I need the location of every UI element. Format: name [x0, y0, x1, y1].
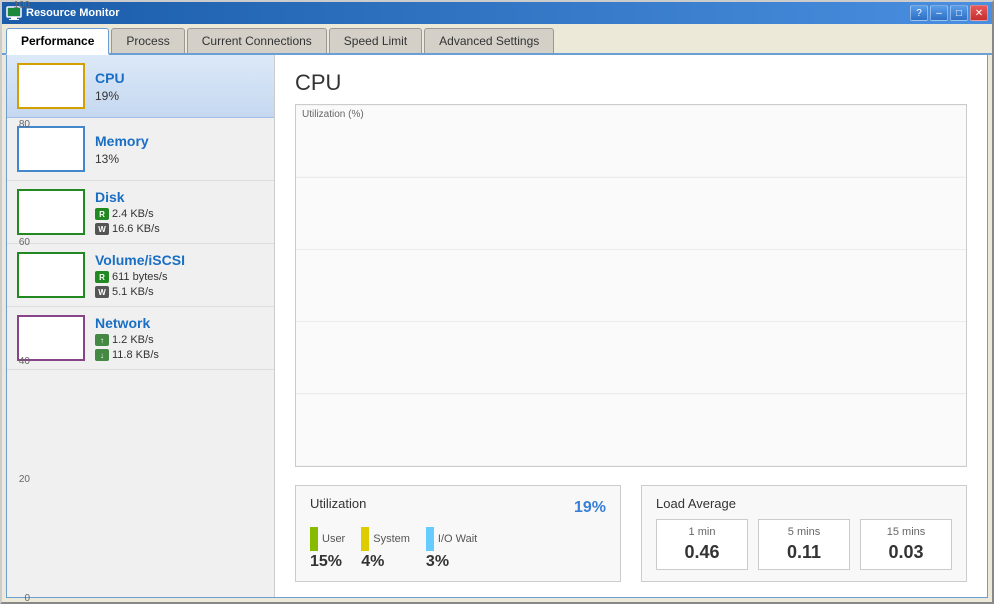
utilization-title: Utilization: [310, 496, 366, 511]
volume-read-icon: R: [95, 271, 109, 283]
disk-write-stat: W 16.6 KB/s: [95, 223, 160, 235]
iowait-label: I/O Wait: [438, 533, 477, 545]
disk-info: Disk R 2.4 KB/s W 16.6 KB/s: [95, 189, 160, 235]
sidebar-item-memory[interactable]: Memory 13%: [7, 118, 274, 181]
legend-user: User 15%: [310, 527, 345, 571]
sidebar-item-volume[interactable]: Volume/iSCSI R 611 bytes/s W 5.1 KB/s: [7, 244, 274, 307]
write-icon: W: [95, 223, 109, 235]
download-icon: ↓: [95, 349, 109, 361]
load-1min: 1 min 0.46: [656, 519, 748, 570]
load-grid: 1 min 0.46 5 mins 0.11 15 mins 0.03: [656, 519, 952, 570]
utilization-percent: 19%: [574, 499, 606, 517]
load-5mins: 5 mins 0.11: [758, 519, 850, 570]
cpu-value: 19%: [95, 89, 125, 103]
legend-system: System 4%: [361, 527, 410, 571]
memory-label: Memory: [95, 133, 149, 149]
user-label: User: [322, 533, 345, 545]
volume-write-icon: W: [95, 286, 109, 298]
legend-iowait: I/O Wait 3%: [426, 527, 477, 571]
main-window: Resource Monitor ? – □ ✕ Performance Pro…: [0, 0, 994, 604]
volume-read-value: 611 bytes/s: [112, 271, 167, 283]
volume-write-stat: W 5.1 KB/s: [95, 286, 185, 298]
close-button[interactable]: ✕: [970, 5, 988, 21]
util-header: Utilization 19%: [310, 496, 606, 519]
system-value: 4%: [361, 553, 384, 571]
util-legend: User 15% System 4%: [310, 527, 606, 571]
iowait-value: 3%: [426, 553, 449, 571]
main-panel: CPU 100 80 60 40 20 0: [275, 55, 987, 597]
user-value: 15%: [310, 553, 342, 571]
help-button[interactable]: ?: [910, 5, 928, 21]
tab-performance[interactable]: Performance: [6, 28, 109, 55]
title-bar: Resource Monitor ? – □ ✕: [2, 2, 992, 24]
load-15mins-value: 0.03: [865, 542, 947, 563]
load-1min-value: 0.46: [661, 542, 743, 563]
tab-advanced[interactable]: Advanced Settings: [424, 28, 554, 53]
bottom-stats: Utilization 19% User 15%: [295, 477, 967, 582]
read-icon: R: [95, 208, 109, 220]
sidebar-item-cpu[interactable]: CPU 19%: [7, 55, 274, 118]
utilization-panel: Utilization 19% User 15%: [295, 485, 621, 582]
chart-svg: Utilization (%): [296, 105, 966, 466]
system-label: System: [373, 533, 410, 545]
iowait-bar: [426, 527, 434, 551]
network-download-stat: ↓ 11.8 KB/s: [95, 349, 159, 361]
network-info: Network ↑ 1.2 KB/s ↓ 11.8 KB/s: [95, 315, 159, 361]
disk-label: Disk: [95, 189, 160, 205]
sidebar: CPU 19% Memory 13% Disk R 2.4: [7, 55, 275, 597]
load-15mins: 15 mins 0.03: [860, 519, 952, 570]
legend-system-bar-row: System: [361, 527, 410, 551]
legend-iowait-bar-row: I/O Wait: [426, 527, 477, 551]
chart-section: 100 80 60 40 20 0: [295, 104, 967, 467]
tab-speed[interactable]: Speed Limit: [329, 28, 422, 53]
volume-read-stat: R 611 bytes/s: [95, 271, 185, 283]
network-label: Network: [95, 315, 159, 331]
window-buttons: ? – □ ✕: [910, 5, 988, 21]
cpu-info: CPU 19%: [95, 70, 125, 103]
window-title: Resource Monitor: [26, 7, 906, 19]
maximize-button[interactable]: □: [950, 5, 968, 21]
upload-icon: ↑: [95, 334, 109, 346]
volume-label: Volume/iSCSI: [95, 252, 185, 268]
user-bar: [310, 527, 318, 551]
volume-info: Volume/iSCSI R 611 bytes/s W 5.1 KB/s: [95, 252, 185, 298]
load-average-panel: Load Average 1 min 0.46 5 mins 0.11 15 m…: [641, 485, 967, 582]
content-area: CPU 19% Memory 13% Disk R 2.4: [6, 55, 988, 598]
load-1min-label: 1 min: [661, 526, 743, 538]
cpu-chart: Utilization (%) Utilization (%): [295, 104, 967, 467]
memory-value: 13%: [95, 152, 149, 166]
memory-info: Memory 13%: [95, 133, 149, 166]
load-15mins-label: 15 mins: [865, 526, 947, 538]
minimize-button[interactable]: –: [930, 5, 948, 21]
sidebar-item-network[interactable]: Network ↑ 1.2 KB/s ↓ 11.8 KB/s: [7, 307, 274, 370]
sidebar-item-disk[interactable]: Disk R 2.4 KB/s W 16.6 KB/s: [7, 181, 274, 244]
panel-title: CPU: [295, 70, 967, 96]
system-bar: [361, 527, 369, 551]
disk-read-stat: R 2.4 KB/s: [95, 208, 160, 220]
cpu-label: CPU: [95, 70, 125, 86]
load-5mins-label: 5 mins: [763, 526, 845, 538]
network-upload-value: 1.2 KB/s: [112, 334, 154, 346]
tabs-bar: Performance Process Current Connections …: [2, 24, 992, 55]
tab-process[interactable]: Process: [111, 28, 184, 53]
load-average-title: Load Average: [656, 496, 952, 511]
disk-read-value: 2.4 KB/s: [112, 208, 154, 220]
network-upload-stat: ↑ 1.2 KB/s: [95, 334, 159, 346]
disk-write-value: 16.6 KB/s: [112, 223, 160, 235]
legend-user-bar-row: User: [310, 527, 345, 551]
volume-write-value: 5.1 KB/s: [112, 286, 154, 298]
network-download-value: 11.8 KB/s: [112, 349, 159, 361]
tab-connections[interactable]: Current Connections: [187, 28, 327, 53]
chart-y-label: Utilization (%): [302, 109, 364, 120]
load-5mins-value: 0.11: [763, 542, 845, 563]
